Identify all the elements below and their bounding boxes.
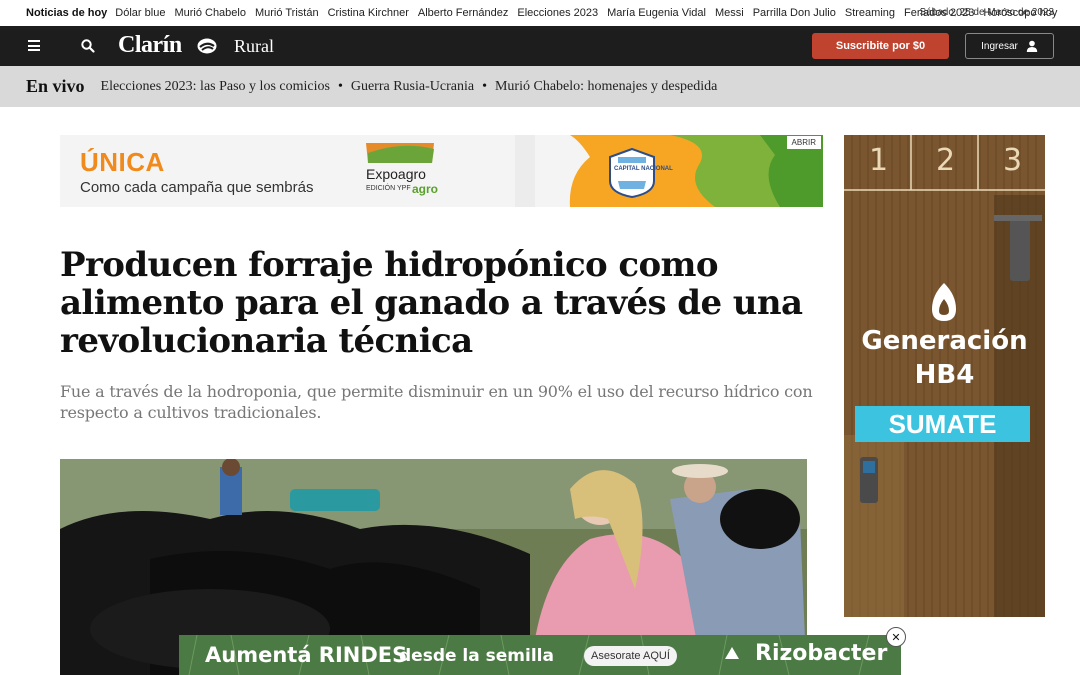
ad-open-button[interactable]: ABRIR — [786, 136, 821, 149]
close-ad-icon[interactable]: ✕ — [886, 627, 906, 647]
step-number: 3 — [1002, 143, 1023, 178]
live-item[interactable]: Elecciones 2023: las Paso y los comicios — [101, 79, 330, 95]
advice-button[interactable]: Asesorate AQUÍ — [584, 646, 677, 666]
live-separator: • — [337, 78, 343, 94]
bottom-banner-ad[interactable]: Aumentá RINDES desde la semilla Asesorat… — [179, 635, 901, 675]
ad-badge: CAPITAL NACIONAL — [614, 166, 673, 172]
current-date: Sábado, 25 de Marzo de 2023 — [919, 7, 1054, 18]
article-subtitle: Fue a través de la hodroponia, que permi… — [60, 382, 813, 422]
section-title[interactable]: Rural — [234, 36, 274, 57]
trending-item[interactable]: Dólar blue — [115, 7, 165, 19]
subscribe-button[interactable]: Suscribite por $0 — [812, 33, 949, 59]
trending-bar: Noticias de hoy Dólar blue Murió Chabelo… — [0, 0, 1080, 26]
sumate-button[interactable]: SUMATE — [855, 406, 1030, 442]
ad-edition-brand: agro — [412, 182, 439, 196]
ad-edition: EDICIÓN YPF — [366, 185, 411, 192]
ad-brand: ÚNICA — [80, 147, 165, 177]
rizobacter-logo: Rizobacter — [755, 641, 888, 666]
article-title: Producen forraje hidropónico como alimen… — [60, 245, 803, 361]
user-icon — [1026, 40, 1038, 52]
side-ad-line2: HB4 — [914, 360, 975, 390]
side-ad-line1: Generación — [861, 326, 1028, 356]
bottom-ad-headline: Aumentá RINDES — [205, 643, 408, 667]
trending-item[interactable]: María Eugenia Vidal — [607, 7, 706, 19]
capital-badge-icon — [609, 147, 655, 199]
trending-item[interactable]: Murió Chabelo — [174, 7, 246, 19]
trending-item[interactable]: Parrilla Don Julio — [753, 7, 836, 19]
live-bar: En vivo Elecciones 2023: las Paso y los … — [0, 66, 1080, 107]
login-button[interactable]: Ingresar — [965, 33, 1054, 59]
trending-label: Noticias de hoy — [26, 7, 108, 19]
trending-item[interactable]: Cristina Kirchner — [328, 7, 409, 19]
search-icon[interactable] — [80, 38, 96, 54]
logo-mark-icon — [197, 38, 217, 54]
top-banner-ad[interactable]: ÚNICA Como cada campaña que sembrás Expo… — [60, 135, 823, 207]
trending-item[interactable]: Alberto Fernández — [418, 7, 509, 19]
ad-background — [60, 135, 823, 207]
live-item[interactable]: Guerra Rusia-Ucrania — [351, 79, 474, 95]
site-header: Clarín Rural Suscribite por $0 Ingresar — [0, 26, 1080, 66]
bottom-ad-subheadline: desde la semilla — [399, 646, 554, 666]
trending-item[interactable]: Streaming — [845, 7, 895, 19]
login-label: Ingresar — [981, 40, 1018, 52]
menu-icon[interactable] — [28, 40, 40, 51]
side-ad[interactable]: 1 2 3 Generación HB4 SUMATE — [844, 135, 1045, 617]
trending-item[interactable]: Murió Tristán — [255, 7, 319, 19]
trending-item[interactable]: Elecciones 2023 — [517, 7, 598, 19]
trending-item[interactable]: Messi — [715, 7, 744, 19]
live-item[interactable]: Murió Chabelo: homenajes y despedida — [495, 79, 717, 95]
site-logo[interactable]: Clarín — [118, 32, 182, 59]
live-separator: • — [482, 78, 487, 94]
live-label: En vivo — [26, 76, 85, 96]
ad-slogan: Como cada campaña que sembrás — [80, 179, 314, 196]
ad-event: Expoagro — [366, 166, 426, 182]
